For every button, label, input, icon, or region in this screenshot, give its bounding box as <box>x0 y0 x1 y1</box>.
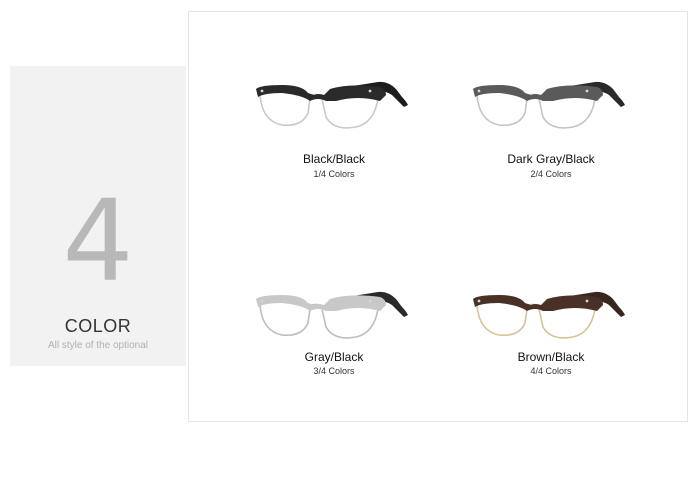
rivet <box>477 299 481 303</box>
browline-frame <box>473 85 603 101</box>
right-lens-rim <box>321 98 379 129</box>
browline-frame <box>256 295 386 311</box>
product-name: Black/Black <box>302 152 366 166</box>
product-name: Brown/Black <box>517 350 585 364</box>
browline-frame <box>256 85 386 101</box>
right-lens-rim <box>321 308 379 339</box>
product-option-black-black[interactable]: Black/Black 1/4 Colors <box>209 77 459 267</box>
rivet <box>368 299 372 303</box>
color-title: COLOR <box>64 316 132 336</box>
color-info-panel: 4 COLOR All style of the optional <box>10 66 186 366</box>
product-color-count: 2/4 Colors <box>530 169 572 179</box>
right-lens-rim <box>538 308 596 339</box>
color-options-card: Black/Black 1/4 Colors Dark Gray/Black 2… <box>188 11 688 422</box>
color-subtitle: All style of the optional <box>47 340 149 351</box>
rivet <box>260 89 264 93</box>
left-lens-rim <box>259 304 311 337</box>
product-color-count: 1/4 Colors <box>313 169 355 179</box>
product-color-count: 4/4 Colors <box>530 366 572 376</box>
product-option-dark-gray-black[interactable]: Dark Gray/Black 2/4 Colors <box>426 77 676 267</box>
left-lens-rim <box>259 94 311 127</box>
right-lens-rim <box>538 98 596 129</box>
product-option-gray-black[interactable]: Gray/Black 3/4 Colors <box>209 287 459 477</box>
rivet <box>260 299 264 303</box>
product-name: Gray/Black <box>304 350 364 364</box>
glasses-image <box>473 81 625 129</box>
product-color-count: 3/4 Colors <box>313 366 355 376</box>
rivet <box>585 299 589 303</box>
rivet <box>368 89 372 93</box>
left-lens-rim <box>476 304 528 337</box>
product-option-brown-black[interactable]: Brown/Black 4/4 Colors <box>426 287 676 477</box>
color-count-number: 4 <box>62 177 134 307</box>
browline-frame <box>473 295 603 311</box>
rivet <box>585 89 589 93</box>
rivet <box>477 89 481 93</box>
product-name: Dark Gray/Black <box>507 152 595 166</box>
glasses-image <box>256 81 408 129</box>
left-lens-rim <box>476 94 528 127</box>
